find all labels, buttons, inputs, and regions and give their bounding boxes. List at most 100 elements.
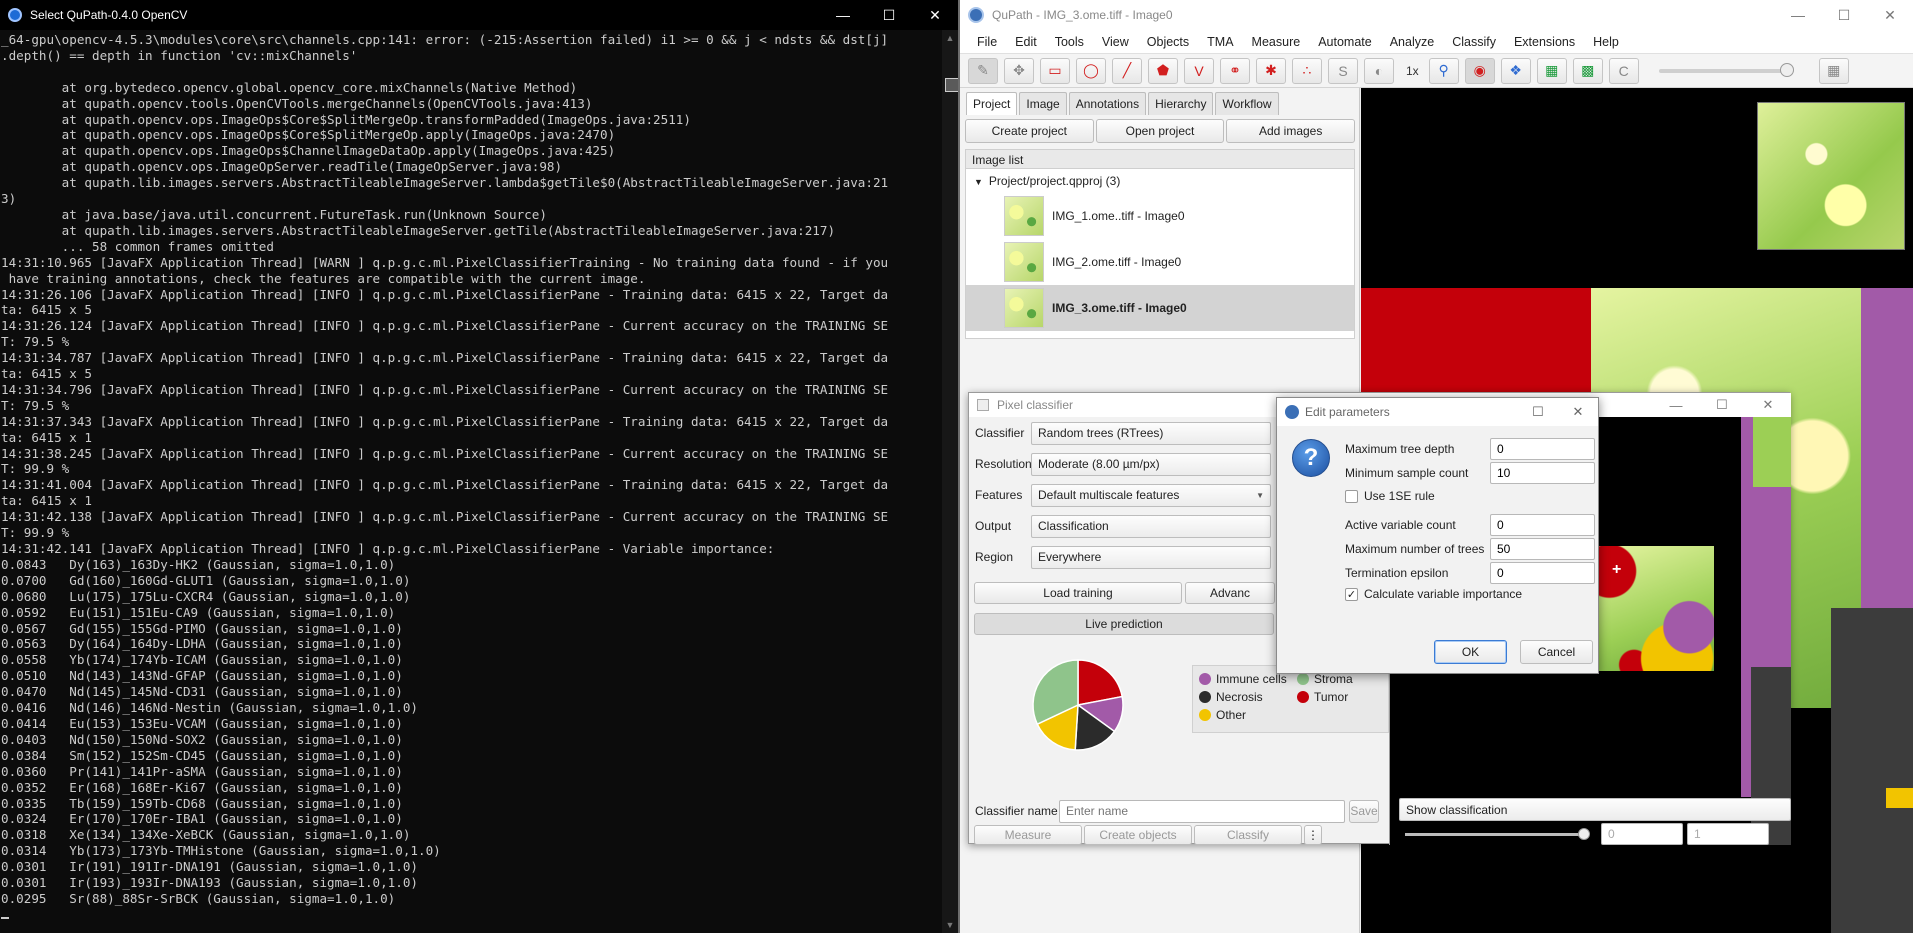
scroll-up-icon[interactable]: ▲ <box>942 30 958 46</box>
grid-icon[interactable]: ▦ <box>1818 57 1849 84</box>
tumor-classified-region <box>1361 288 1591 398</box>
minimize-icon[interactable]: — <box>1653 393 1699 417</box>
min-sample-count-field[interactable] <box>1490 462 1595 484</box>
more-options-button[interactable]: ⋮ <box>1304 825 1322 845</box>
classify-button[interactable]: Classify <box>1194 825 1302 845</box>
menu-tools[interactable]: Tools <box>1055 35 1084 49</box>
rectangle-tool-icon[interactable]: ▭ <box>1040 57 1070 84</box>
tab-hierarchy[interactable]: Hierarchy <box>1148 92 1214 115</box>
points-tool-icon[interactable]: ∴ <box>1292 57 1322 84</box>
show-annotations-icon[interactable]: ◉ <box>1464 57 1495 84</box>
max-tree-depth-field[interactable] <box>1490 438 1595 460</box>
menu-tma[interactable]: TMA <box>1207 35 1233 49</box>
menu-extensions[interactable]: Extensions <box>1514 35 1575 49</box>
save-button[interactable]: Save <box>1349 799 1379 823</box>
create-project-button[interactable]: Create project <box>965 119 1094 143</box>
project-root-item[interactable]: ▼ Project/project.qpproj (3) <box>966 169 1354 193</box>
move-tool-icon[interactable]: ✥ <box>1004 57 1034 84</box>
add-images-button[interactable]: Add images <box>1226 119 1356 143</box>
menu-analyze[interactable]: Analyze <box>1390 35 1434 49</box>
classifier-select[interactable]: Random trees (RTrees) <box>1031 421 1271 445</box>
legend-label: Necrosis <box>1216 690 1263 704</box>
open-project-button[interactable]: Open project <box>1095 119 1225 143</box>
show-tma-grid-icon[interactable]: ❖ <box>1500 57 1531 84</box>
calc-importance-checkbox[interactable]: ✓ <box>1345 587 1358 601</box>
tab-annotations[interactable]: Annotations <box>1068 92 1147 115</box>
overview-thumbnail[interactable] <box>1757 102 1905 250</box>
brush-tool-icon[interactable]: ⚭ <box>1220 57 1250 84</box>
ellipse-tool-icon[interactable]: ◯ <box>1076 57 1106 84</box>
opacity-slider[interactable] <box>1405 828 1590 840</box>
close-icon[interactable]: ✕ <box>1745 393 1791 417</box>
fill-detections-icon[interactable]: ▩ <box>1572 57 1603 84</box>
live-prediction-toggle[interactable]: Live prediction <box>974 613 1274 635</box>
classifier-name-input[interactable] <box>1059 799 1345 823</box>
spinner-2[interactable]: 1 <box>1687 823 1769 845</box>
close-icon[interactable]: ✕ <box>912 0 958 30</box>
tab-image[interactable]: Image <box>1019 92 1067 115</box>
output-select[interactable]: Classification <box>1031 514 1271 538</box>
termination-epsilon-field[interactable] <box>1490 562 1595 584</box>
measure-button[interactable]: Measure <box>974 825 1082 845</box>
minimize-icon[interactable]: — <box>1775 0 1821 30</box>
console-titlebar: Select QuPath-0.4.0 OpenCV — ☐ ✕ <box>0 0 958 30</box>
opacity-slider[interactable] <box>1658 62 1794 77</box>
console-scrollbar[interactable]: ▲ ▼ <box>942 30 985 933</box>
legend-label: Tumor <box>1314 690 1349 704</box>
active-variable-count-field[interactable] <box>1490 514 1595 536</box>
region-select[interactable]: Everywhere <box>1031 545 1271 569</box>
menu-edit[interactable]: Edit <box>1015 35 1037 49</box>
show-pixel-classification-icon[interactable]: C <box>1608 57 1639 84</box>
max-trees-field[interactable] <box>1490 538 1595 560</box>
features-select[interactable]: Default multiscale features ▼ <box>1031 483 1271 507</box>
line-tool-icon[interactable]: ╱ <box>1112 57 1142 84</box>
minimize-icon[interactable]: — <box>820 0 866 30</box>
slider-knob[interactable] <box>1578 828 1590 840</box>
selection-mode-icon[interactable]: S <box>1328 57 1358 84</box>
maximize-icon[interactable]: ☐ <box>1699 393 1745 417</box>
menu-measure[interactable]: Measure <box>1252 35 1301 49</box>
image-item[interactable]: IMG_1.ome..tiff - Image0 <box>966 193 1354 239</box>
close-icon[interactable]: ✕ <box>1867 0 1913 30</box>
toolbar: ✎ ✥ ▭ ◯ ╱ ⬟ V ⚭ ✱ ∴ S ◐ 1x ⚲ ◉ ❖ ▦ ▩ C ▦ <box>960 54 1913 88</box>
zoom-to-fit-icon[interactable]: ⚲ <box>1428 57 1459 84</box>
image-item[interactable]: IMG_2.ome.tiff - Image0 <box>966 239 1354 285</box>
ok-button[interactable]: OK <box>1434 640 1507 664</box>
menu-file[interactable]: File <box>977 35 997 49</box>
show-analysis-pane-icon[interactable]: ✎ <box>968 57 998 84</box>
param-label: Minimum sample count <box>1345 466 1469 480</box>
brightness-contrast-icon[interactable]: ◐ <box>1364 57 1394 84</box>
close-icon[interactable]: ✕ <box>1558 398 1598 426</box>
load-training-button[interactable]: Load training <box>974 582 1182 604</box>
resolution-value: Moderate (8.00 µm/px) <box>1038 457 1160 471</box>
menu-classify[interactable]: Classify <box>1452 35 1496 49</box>
image-item-selected[interactable]: IMG_3.ome.tiff - Image0 <box>966 285 1354 331</box>
show-detections-icon[interactable]: ▦ <box>1536 57 1567 84</box>
maximize-icon[interactable]: ☐ <box>1821 0 1867 30</box>
console-output: _64-gpu\opencv-4.5.3\modules\core\src\ch… <box>0 30 942 933</box>
scroll-down-icon[interactable]: ▼ <box>942 917 958 933</box>
menu-help[interactable]: Help <box>1593 35 1619 49</box>
slider-knob[interactable] <box>1779 62 1794 77</box>
tab-project[interactable]: Project <box>966 92 1018 115</box>
maximize-icon[interactable]: ☐ <box>1518 398 1558 426</box>
maximize-icon[interactable]: ☐ <box>866 0 912 30</box>
tab-workflow[interactable]: Workflow <box>1215 92 1279 115</box>
spinner-2-value: 1 <box>1694 827 1701 841</box>
menu-automate[interactable]: Automate <box>1318 35 1372 49</box>
menu-objects[interactable]: Objects <box>1147 35 1189 49</box>
expand-triangle-icon[interactable]: ▼ <box>974 177 983 187</box>
show-classification-select[interactable]: Show classification <box>1399 798 1791 821</box>
resolution-select[interactable]: Moderate (8.00 µm/px) <box>1031 452 1271 476</box>
advanced-options-button[interactable]: Advanc <box>1185 582 1275 604</box>
wand-tool-icon[interactable]: ✱ <box>1256 57 1286 84</box>
use-1se-checkbox[interactable] <box>1345 489 1358 503</box>
polygon-tool-icon[interactable]: ⬟ <box>1148 57 1178 84</box>
classifier-row: Classifier Random trees (RTrees) <box>975 420 1271 446</box>
console-title: Select QuPath-0.4.0 OpenCV <box>30 8 188 22</box>
create-objects-button[interactable]: Create objects <box>1084 825 1192 845</box>
menu-view[interactable]: View <box>1102 35 1129 49</box>
cancel-button[interactable]: Cancel <box>1520 640 1593 664</box>
spinner-1[interactable]: 0 <box>1601 823 1683 845</box>
polyline-tool-icon[interactable]: V <box>1184 57 1214 84</box>
